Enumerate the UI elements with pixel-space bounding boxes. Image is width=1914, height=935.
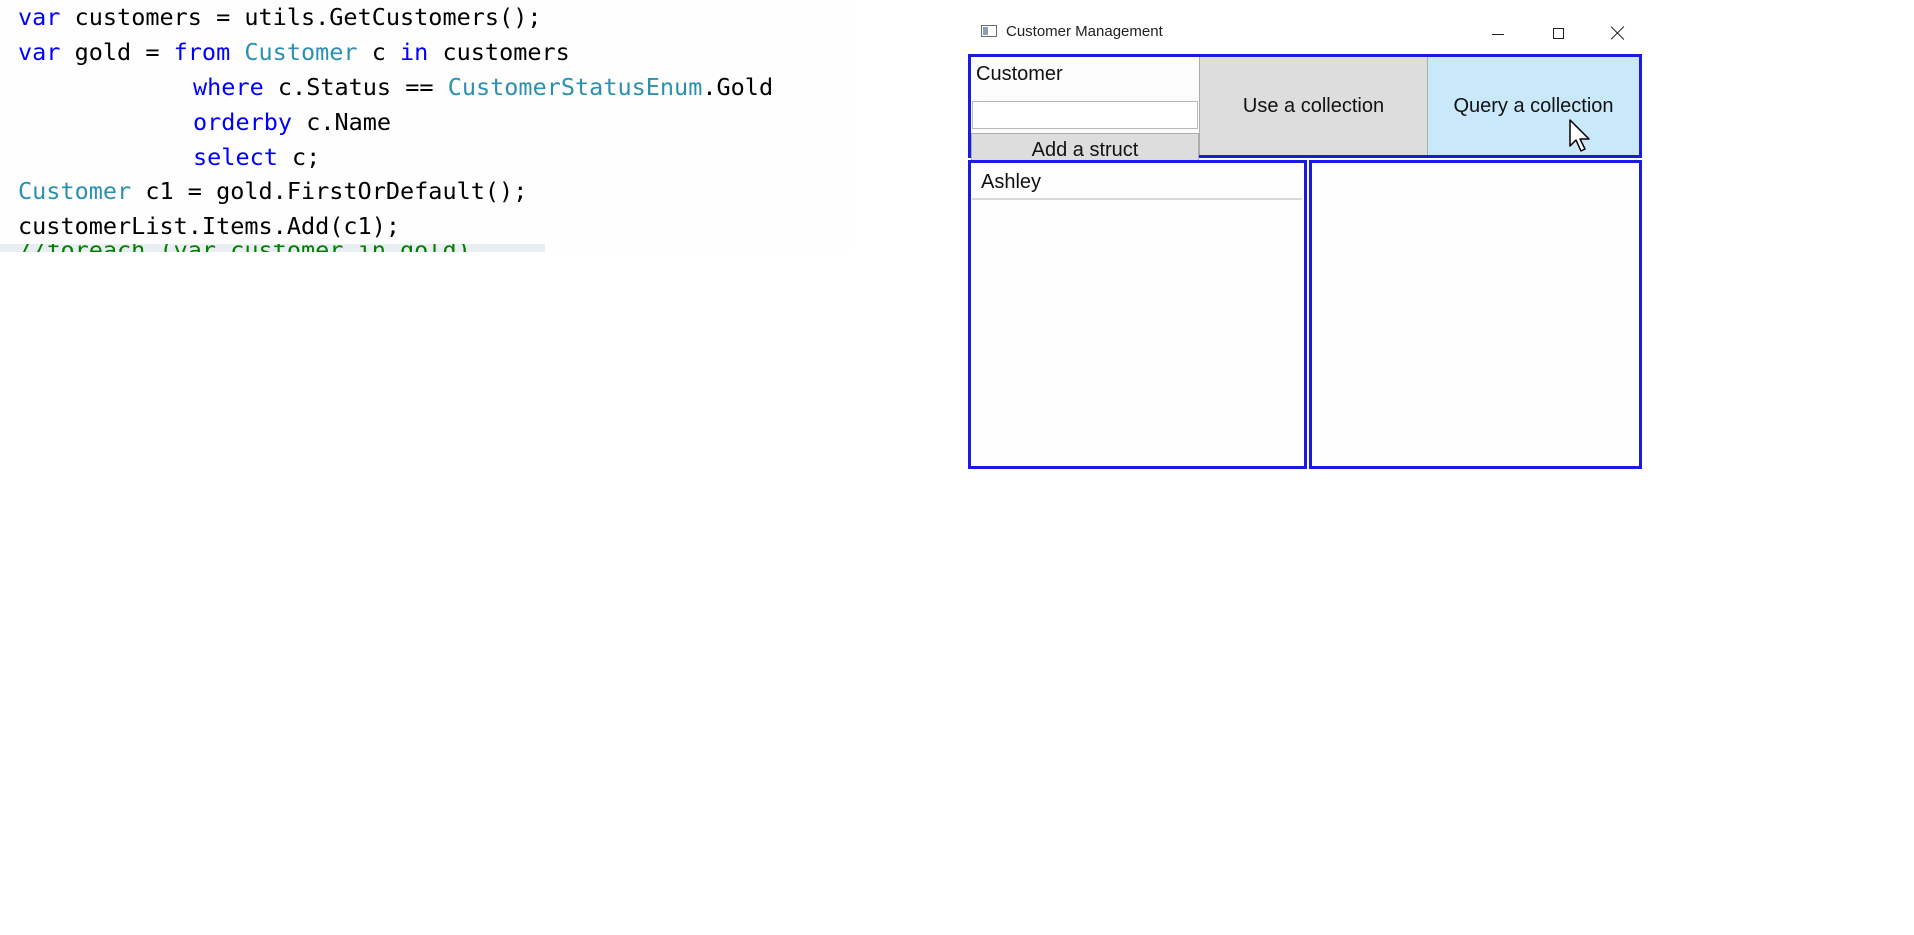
close-icon <box>1611 26 1625 40</box>
code-line: Customer c1 = gold.FirstOrDefault(); <box>18 176 527 206</box>
code-line: customerList.Items.Add(c1); <box>18 211 400 241</box>
customer-list[interactable]: Ashley <box>968 160 1307 469</box>
code-text: customerList.Items.Add(c1); <box>18 212 401 240</box>
query-collection-button[interactable]: Query a collection <box>1428 57 1639 155</box>
controls-panel: Customer Add a struct Use a collection Q… <box>968 54 1642 161</box>
maximize-icon <box>1552 27 1564 39</box>
code-type: CustomerStatusEnum <box>447 73 703 101</box>
code-text: c.Name <box>292 108 392 136</box>
maximize-button[interactable] <box>1529 14 1587 52</box>
customer-management-window: Customer Management Customer Add a struc… <box>968 14 1642 469</box>
code-line: orderby c.Name <box>193 107 391 137</box>
title-bar[interactable]: Customer Management <box>968 14 1642 52</box>
code-keyword: where <box>193 73 264 101</box>
code-line: var customers = utils.GetCustomers(); <box>18 2 542 32</box>
detail-list[interactable] <box>1309 160 1642 469</box>
code-line: where c.Status == CustomerStatusEnum.Gol… <box>193 72 773 102</box>
code-text: c <box>357 38 401 66</box>
code-line: select c; <box>193 142 320 172</box>
code-keyword: from <box>173 38 231 66</box>
code-text: customers <box>428 38 570 66</box>
code-editor: var customers = utils.GetCustomers(); va… <box>0 0 850 252</box>
code-text: c1 = gold.FirstOrDefault(); <box>131 177 528 205</box>
code-keyword: var <box>18 38 61 66</box>
minimize-button[interactable] <box>1469 14 1527 52</box>
code-comment: //foreach (var customer in gold) <box>18 244 471 252</box>
code-text: c.Status == <box>263 73 448 101</box>
code-type: Customer <box>18 177 132 205</box>
use-collection-button[interactable]: Use a collection <box>1199 57 1428 155</box>
code-line: var gold = from Customer c in customers <box>18 37 570 67</box>
code-keyword: var <box>18 3 61 31</box>
app-icon <box>981 25 997 37</box>
code-line-partial: //foreach (var customer in gold) <box>0 244 545 252</box>
code-text: .Gold <box>702 73 774 101</box>
window-title: Customer Management <box>1006 23 1163 40</box>
code-text: c; <box>277 143 321 171</box>
code-type: Customer <box>244 38 358 66</box>
close-button[interactable] <box>1589 14 1647 52</box>
add-struct-button[interactable]: Add a struct <box>971 133 1199 161</box>
customer-label: Customer <box>976 63 1063 85</box>
minimize-icon <box>1492 33 1504 35</box>
code-text: gold = <box>60 38 174 66</box>
code-text: customers = utils.GetCustomers(); <box>60 3 542 31</box>
code-keyword: select <box>193 143 278 171</box>
customer-name-input[interactable] <box>972 101 1198 129</box>
list-item[interactable]: Ashley <box>972 164 1302 200</box>
code-keyword: in <box>400 38 429 66</box>
code-keyword: orderby <box>193 108 293 136</box>
